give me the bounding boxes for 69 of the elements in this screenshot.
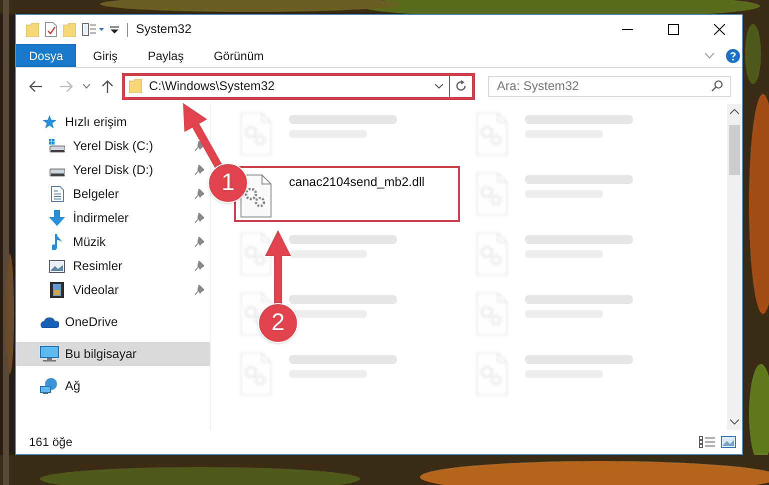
- nav-item[interactable]: Müzik: [16, 230, 210, 254]
- pin-icon[interactable]: [195, 213, 204, 223]
- nav-label: Videolar: [73, 282, 120, 299]
- nav-label: Yerel Disk (C:): [73, 138, 154, 155]
- ribbon-tab[interactable]: Paylaş: [134, 44, 197, 67]
- nav-label: Belgeler: [73, 186, 120, 203]
- network-icon: [39, 378, 59, 394]
- nav-label: İndirmeler: [73, 210, 130, 227]
- maximize-icon: [668, 24, 678, 35]
- pin-icon[interactable]: [195, 141, 204, 151]
- up-icon[interactable]: [102, 80, 113, 92]
- search-icon: [711, 80, 723, 92]
- pin-icon[interactable]: [195, 165, 204, 175]
- dll-file-icon: [240, 174, 272, 218]
- ribbon-tab[interactable]: Giriş: [80, 44, 131, 67]
- scroll-thumb[interactable]: [729, 125, 740, 175]
- pin-icon[interactable]: [195, 189, 204, 199]
- nav-label: OneDrive: [65, 314, 119, 331]
- details-view-icon[interactable]: [699, 436, 715, 448]
- view-options-icon[interactable]: [82, 23, 104, 36]
- item-count: 161 öğe: [29, 434, 72, 451]
- arrow: [183, 103, 223, 170]
- pin-icon[interactable]: [195, 237, 204, 247]
- large-icons-view-icon[interactable]: [721, 436, 736, 448]
- nav-label: Yerel Disk (D:): [73, 162, 154, 179]
- drive-icon: [47, 139, 67, 153]
- nav-item[interactable]: Ağ: [16, 374, 210, 398]
- nav-item[interactable]: Hızlı erişim: [16, 110, 210, 134]
- close-icon: [714, 24, 724, 35]
- customize-toolbar-icon[interactable]: [110, 26, 119, 34]
- dropdown-icon[interactable]: [435, 84, 443, 88]
- ribbon-tab[interactable]: Dosya: [16, 44, 76, 67]
- nav-label: Müzik: [73, 234, 107, 251]
- nav-item[interactable]: Bu bilgisayar: [16, 342, 210, 366]
- search-field[interactable]: Ara: System32: [488, 76, 731, 96]
- recent-locations-icon[interactable]: [83, 84, 90, 88]
- help-icon[interactable]: [726, 48, 740, 62]
- picture-icon: [47, 260, 67, 272]
- address-path: C:\Windows\System32: [149, 78, 276, 95]
- expand-ribbon-icon[interactable]: [705, 52, 714, 58]
- nav-item[interactable]: Resimler: [16, 254, 210, 278]
- download-icon: [47, 210, 67, 226]
- pin-icon[interactable]: [195, 261, 204, 271]
- scrollbar[interactable]: [727, 104, 742, 430]
- nav-label: Ağ: [65, 378, 82, 395]
- properties-icon[interactable]: [45, 22, 57, 37]
- cloud-icon: [39, 316, 59, 328]
- nav-item[interactable]: Yerel Disk (D:): [16, 158, 210, 182]
- nav-item[interactable]: Videolar: [16, 278, 210, 302]
- nav-item[interactable]: Yerel Disk (C:): [16, 134, 210, 158]
- computer-icon: [39, 346, 59, 362]
- nav-item[interactable]: İndirmeler: [16, 206, 210, 230]
- address-bar[interactable]: C:\Windows\System32: [122, 72, 475, 100]
- pin-icon[interactable]: [195, 285, 204, 295]
- nav-label: Bu bilgisayar: [65, 346, 138, 363]
- dll-file-icon: [240, 232, 272, 276]
- scroll-down-icon[interactable]: [730, 419, 739, 425]
- nav-label: Hızlı erişim: [65, 114, 128, 131]
- ribbon-tab[interactable]: Görünüm: [200, 44, 277, 67]
- refresh-icon[interactable]: [455, 80, 467, 92]
- scroll-up-icon[interactable]: [730, 109, 739, 115]
- nav-label: Resimler: [73, 258, 124, 275]
- back-icon[interactable]: [29, 80, 42, 92]
- window-title: System32: [136, 21, 192, 38]
- nav-item[interactable]: OneDrive: [16, 310, 210, 334]
- folder-icon: [129, 79, 142, 93]
- file-name: canac2104send_mb2.dll: [289, 174, 425, 190]
- nav-item[interactable]: Belgeler: [16, 182, 210, 206]
- film-icon: [47, 282, 67, 298]
